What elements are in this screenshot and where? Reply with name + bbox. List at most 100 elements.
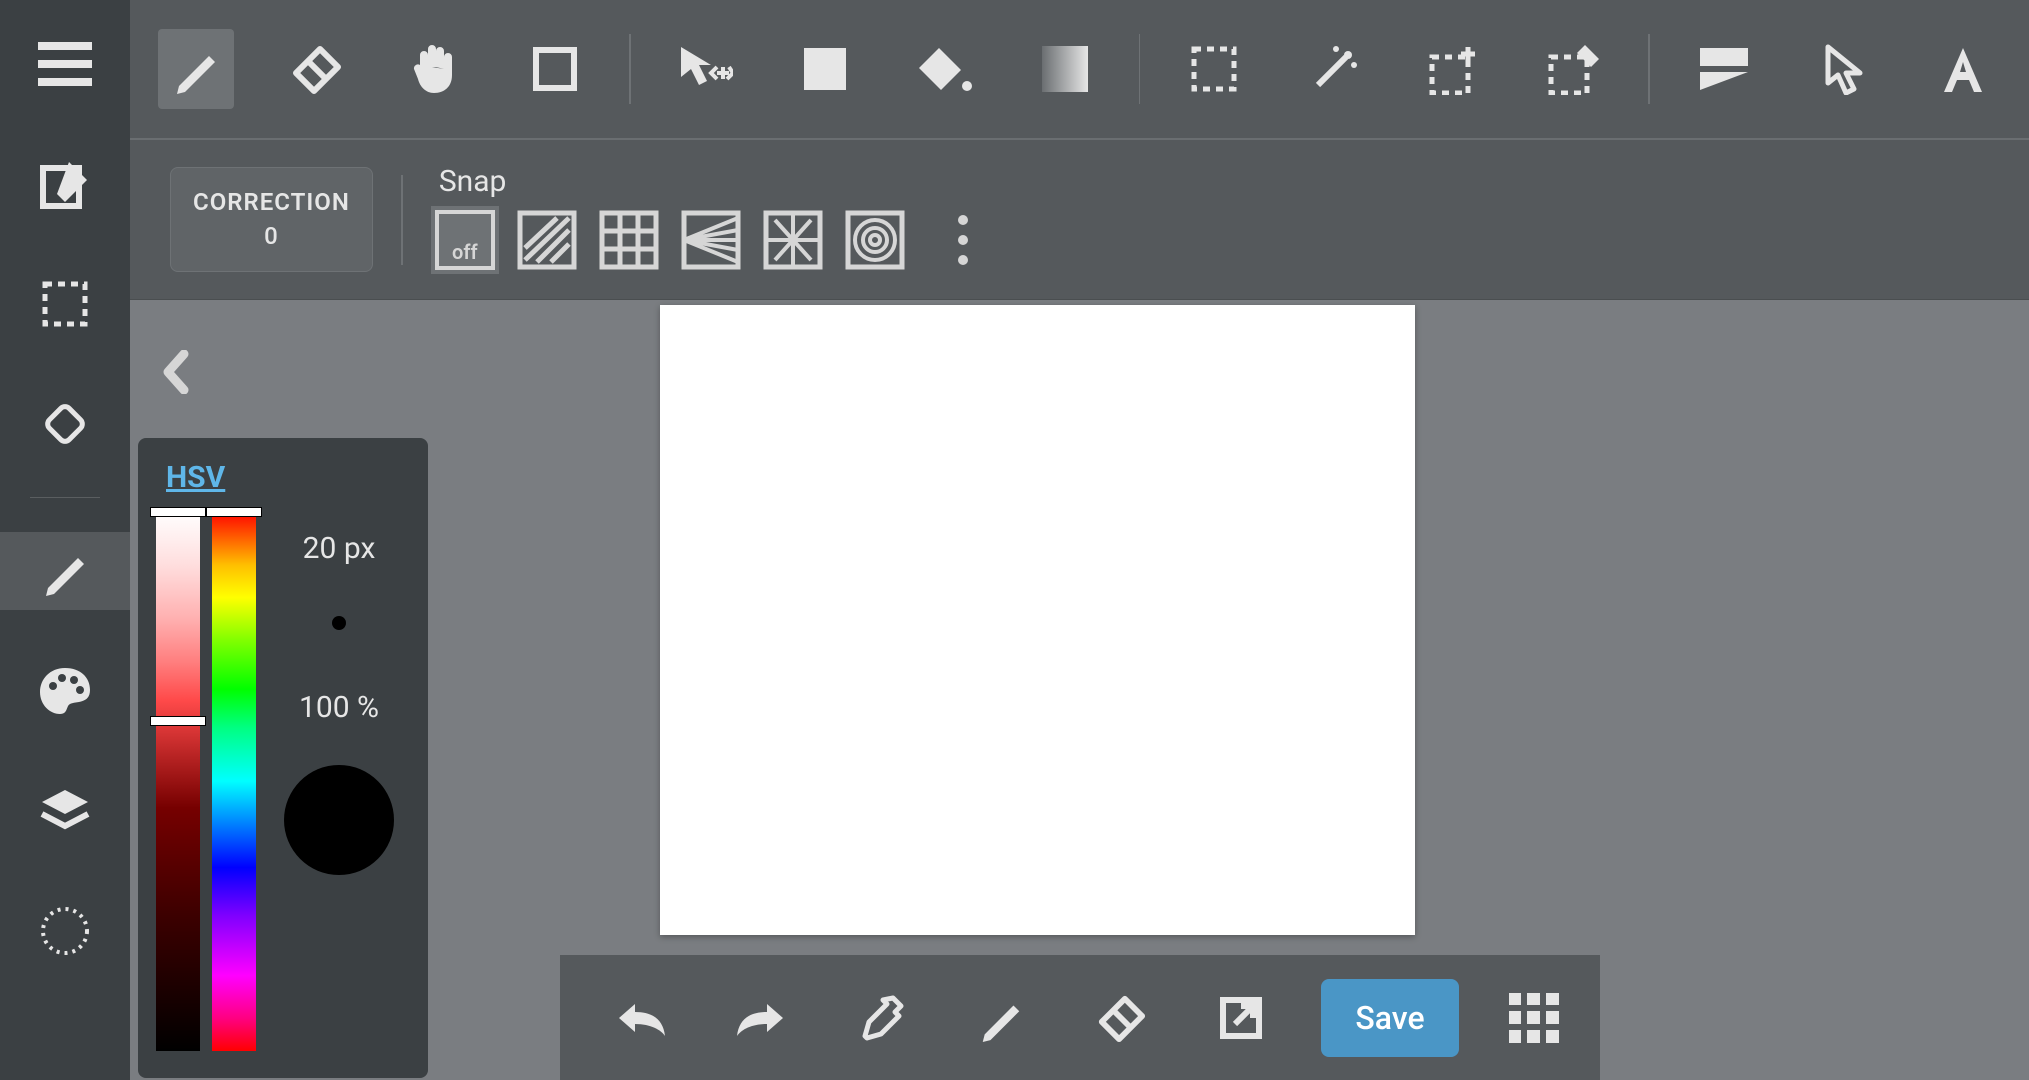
chevron-left-icon: [160, 350, 190, 394]
menu-button[interactable]: [0, 25, 130, 103]
hue-slider[interactable]: [212, 511, 256, 1051]
frames-tool[interactable]: [1686, 29, 1762, 109]
opacity-label[interactable]: 100 %: [299, 690, 379, 725]
bucket-icon: [917, 44, 973, 94]
select-rect-tool[interactable]: [1176, 29, 1252, 109]
redo-button[interactable]: [721, 978, 801, 1058]
snap-label: Snap: [439, 164, 983, 199]
snap-radial-button[interactable]: [759, 206, 827, 274]
magic-wand-tool[interactable]: [1296, 29, 1372, 109]
selection-button[interactable]: [0, 265, 130, 343]
brush-size-label[interactable]: 20 px: [303, 531, 376, 566]
open-external-button[interactable]: [1201, 978, 1281, 1058]
undo-button[interactable]: [601, 978, 681, 1058]
rotate-canvas-button[interactable]: [0, 385, 130, 463]
pan-tool[interactable]: [398, 29, 474, 109]
move-select-tool[interactable]: [667, 29, 743, 109]
snap-row: off: [431, 205, 983, 275]
rotate-diamond-icon: [37, 396, 93, 452]
cursor-outline-tool[interactable]: [1805, 29, 1881, 109]
fill-rect-tool[interactable]: [787, 29, 863, 109]
eraser-tool[interactable]: [278, 29, 354, 109]
marquee-eraser-icon: [1547, 43, 1601, 95]
hand-icon: [410, 41, 462, 97]
bottom-eraser-button[interactable]: [1081, 978, 1161, 1058]
canvas[interactable]: [660, 305, 1415, 935]
radial-icon: [763, 210, 823, 270]
pencil-icon: [977, 994, 1025, 1042]
hamburger-icon: [38, 42, 92, 86]
perspective-h-icon: [681, 210, 741, 270]
gradient-icon: [1042, 46, 1088, 92]
hue-strip: [212, 511, 256, 1051]
edit-document-button[interactable]: [0, 145, 130, 223]
parallel-lines-icon: [517, 210, 577, 270]
snap-group: Snap off: [431, 164, 983, 275]
palette-tab-button[interactable]: [0, 652, 130, 730]
sv-handle-top[interactable]: [150, 507, 206, 517]
brush-tab-button[interactable]: [0, 532, 130, 610]
hue-handle[interactable]: [206, 507, 262, 517]
palette-icon: [38, 664, 92, 718]
toolbar-separator: [1139, 34, 1141, 104]
eraser-icon: [290, 43, 342, 95]
current-color-swatch[interactable]: [284, 765, 394, 875]
gradient-tool[interactable]: [1027, 29, 1103, 109]
edit-square-icon: [39, 158, 91, 210]
layers-icon: [38, 784, 92, 838]
tool-toolbar: [130, 0, 2029, 140]
text-tool[interactable]: [1925, 29, 2001, 109]
frames-icon: [1698, 46, 1750, 92]
apps-grid-button[interactable]: [1509, 993, 1559, 1043]
snap-parallel-button[interactable]: [513, 206, 581, 274]
correction-value: 0: [193, 220, 350, 254]
hsv-panel: HSV 20 px 100 %: [138, 438, 428, 1078]
sidebar-divider: [30, 497, 100, 498]
dot-icon: [958, 215, 968, 225]
text-a-icon: [1940, 44, 1986, 94]
cursor-outline-icon: [1822, 43, 1864, 95]
dotted-circle-icon: [38, 904, 92, 958]
rect-outline-icon: [532, 46, 578, 92]
cursor-move-icon: [677, 43, 733, 95]
eyedropper-button[interactable]: [841, 978, 921, 1058]
bottom-pencil-button[interactable]: [961, 978, 1041, 1058]
snap-off-button[interactable]: off: [431, 206, 499, 274]
left-sidebar: [0, 0, 130, 1080]
select-erase-tool[interactable]: [1536, 29, 1612, 109]
wand-icon: [1308, 43, 1360, 95]
sub-toolbar: CORRECTION 0 Snap off: [130, 140, 2029, 300]
marquee-plus-icon: [1428, 43, 1480, 95]
redo-icon: [735, 998, 787, 1038]
open-external-icon: [1217, 994, 1265, 1042]
sv-handle-value[interactable]: [150, 716, 206, 726]
pencil-icon: [40, 546, 90, 596]
toolbar-separator: [629, 34, 631, 104]
collapse-panel-button[interactable]: [160, 350, 190, 394]
layers-tab-button[interactable]: [0, 772, 130, 850]
toolbar-separator: [1648, 34, 1650, 104]
hsv-mode-button[interactable]: HSV: [166, 460, 225, 495]
snap-concentric-button[interactable]: [841, 206, 909, 274]
pencil-icon: [171, 44, 221, 94]
snap-more-button[interactable]: [943, 205, 983, 275]
eraser-icon: [1096, 993, 1146, 1043]
canvas-settings-button[interactable]: [0, 892, 130, 970]
snap-grid-button[interactable]: [595, 206, 663, 274]
bottom-bar: Save: [560, 955, 1600, 1080]
select-add-tool[interactable]: [1416, 29, 1492, 109]
correction-box[interactable]: CORRECTION 0: [170, 167, 373, 272]
sv-slider[interactable]: [156, 511, 200, 1051]
marquee-dashed-icon: [1191, 46, 1237, 92]
dot-icon: [958, 255, 968, 265]
bucket-tool[interactable]: [907, 29, 983, 109]
concentric-icon: [845, 210, 905, 270]
save-button[interactable]: Save: [1321, 979, 1458, 1057]
eyedropper-icon: [857, 994, 905, 1042]
sub-toolbar-separator: [401, 175, 403, 265]
pencil-tool[interactable]: [158, 29, 234, 109]
snap-horizontal-button[interactable]: [677, 206, 745, 274]
grid-icon: [599, 210, 659, 270]
dot-icon: [958, 235, 968, 245]
shape-tool[interactable]: [517, 29, 593, 109]
